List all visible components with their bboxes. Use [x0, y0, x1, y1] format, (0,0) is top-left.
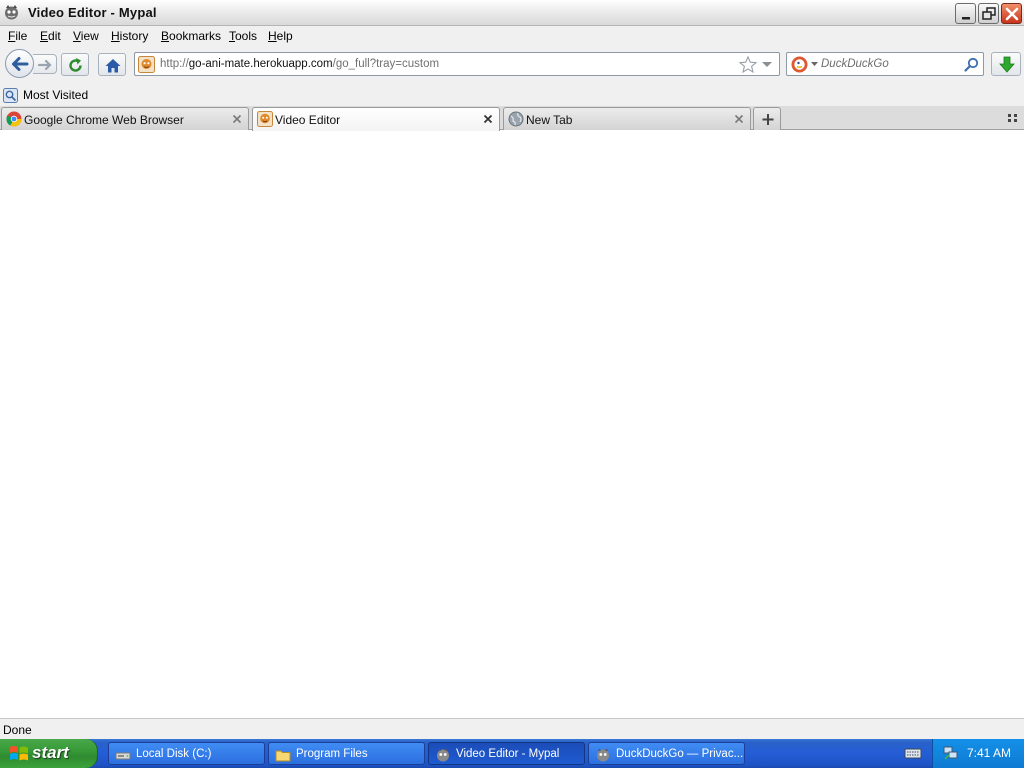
bookmark-star-icon[interactable]: [739, 56, 757, 73]
search-input[interactable]: [821, 55, 961, 73]
drive-icon: [115, 752, 131, 760]
taskbar-clock: 7:41 AM: [967, 746, 1012, 760]
goanimate-favicon-icon: [138, 56, 155, 73]
menu-bar: File Edit View History Bookmarks Tools H…: [0, 26, 1024, 46]
close-icon: [1005, 7, 1019, 21]
minimize-button[interactable]: [955, 3, 976, 24]
window-title: Video Editor - Mypal: [28, 5, 157, 20]
menu-tools[interactable]: Tools: [229, 29, 257, 43]
forward-arrow-icon: [37, 59, 52, 71]
url-host: go-ani-mate.herokuapp.com: [188, 58, 333, 70]
taskbar-button-program-files[interactable]: Program Files: [268, 742, 425, 765]
chrome-icon: [6, 111, 22, 127]
mypal-app-icon: [5, 5, 18, 20]
home-icon: [105, 59, 121, 73]
reload-icon: [69, 58, 82, 72]
windows-logo-icon: [10, 746, 28, 761]
tab-google-chrome[interactable]: Google Chrome Web Browser: [1, 107, 249, 130]
bookmark-most-visited[interactable]: Most Visited: [3, 86, 88, 104]
close-window-button[interactable]: [1001, 3, 1022, 24]
start-label: start: [32, 743, 69, 762]
taskbar-label: Video Editor - Mypal: [456, 748, 560, 760]
minimize-icon: [962, 17, 970, 20]
menu-bookmarks[interactable]: Bookmarks: [161, 29, 221, 43]
restore-button[interactable]: [978, 3, 999, 24]
mypal-icon: [597, 748, 609, 762]
list-all-tabs-icon[interactable]: [1004, 110, 1022, 126]
tab-label: New Tab: [526, 113, 573, 127]
taskbar-label: Local Disk (C:): [136, 748, 212, 760]
menu-edit[interactable]: Edit: [40, 29, 61, 43]
mypal-icon: [437, 748, 449, 762]
keyboard-icon[interactable]: [904, 745, 922, 761]
taskbar: start Local Disk (C:) Program Files Vide…: [0, 739, 1024, 768]
tab-close-icon[interactable]: [482, 113, 494, 125]
globe-icon: [508, 111, 524, 127]
status-text: Done: [3, 723, 32, 737]
back-arrow-icon: [12, 57, 29, 71]
forward-button[interactable]: [33, 54, 57, 74]
tab-close-icon[interactable]: [733, 113, 745, 125]
restore-icon: [982, 7, 996, 20]
status-bar: Done: [0, 718, 1024, 739]
url-bar[interactable]: http://go-ani-mate.herokuapp.com/go_full…: [134, 52, 780, 76]
tab-label: Google Chrome Web Browser: [24, 113, 184, 127]
taskbar-button-local-disk[interactable]: Local Disk (C:): [108, 742, 265, 765]
folder-icon: [275, 750, 291, 762]
url-text: http://go-ani-mate.herokuapp.com/go_full…: [160, 58, 439, 70]
taskbar-button-video-editor[interactable]: Video Editor - Mypal: [428, 742, 585, 765]
system-tray: 7:41 AM: [932, 739, 1024, 768]
navigation-toolbar: http://go-ani-mate.herokuapp.com/go_full…: [0, 46, 1024, 84]
menu-history[interactable]: History: [111, 29, 148, 43]
url-history-dropdown-icon[interactable]: [761, 61, 773, 69]
taskbar-label: Program Files: [296, 748, 368, 760]
tab-new-tab[interactable]: New Tab: [503, 107, 751, 130]
duckduckgo-icon[interactable]: [791, 56, 808, 73]
search-engine-dropdown-icon[interactable]: [811, 62, 818, 67]
goanimate-icon: [257, 111, 273, 127]
tab-close-icon[interactable]: [231, 113, 243, 125]
bookmark-label: Most Visited: [23, 88, 89, 102]
download-arrow-icon: [999, 56, 1015, 73]
search-bar: [786, 52, 984, 76]
most-visited-folder-icon: [3, 87, 18, 103]
taskbar-label: DuckDuckGo — Privac...: [616, 748, 744, 760]
url-path: /go_full?tray=custom: [332, 58, 440, 70]
bookmarks-toolbar: Most Visited: [0, 84, 1024, 106]
menu-view[interactable]: View: [73, 29, 99, 43]
home-button[interactable]: [98, 53, 126, 76]
plus-icon: [762, 114, 774, 125]
taskbar-button-duckduckgo[interactable]: DuckDuckGo — Privac...: [588, 742, 745, 765]
back-button[interactable]: [5, 49, 34, 78]
network-tray-icon[interactable]: [943, 745, 959, 761]
tab-video-editor[interactable]: Video Editor: [252, 107, 500, 131]
menu-help[interactable]: Help: [268, 29, 293, 43]
reload-button[interactable]: [61, 53, 89, 76]
search-icon[interactable]: [964, 57, 979, 72]
downloads-button[interactable]: [991, 52, 1021, 76]
menu-file[interactable]: File: [8, 29, 27, 43]
tab-label: Video Editor: [275, 113, 341, 127]
url-scheme: http://: [160, 58, 189, 70]
new-tab-button[interactable]: [753, 107, 781, 130]
window-title-bar: Video Editor - Mypal: [0, 0, 1024, 26]
tab-strip: Google Chrome Web Browser Video Editor N…: [0, 106, 1024, 131]
start-button[interactable]: start: [0, 739, 98, 768]
page-content-area[interactable]: [0, 131, 1024, 718]
